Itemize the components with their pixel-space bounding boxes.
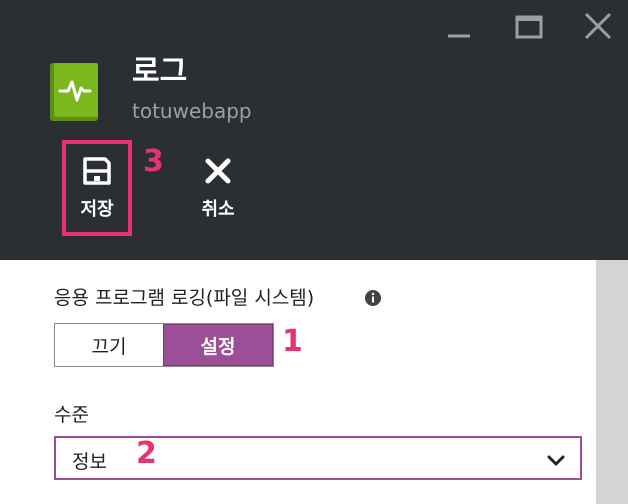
close-icon[interactable] <box>580 8 616 44</box>
callout-1: 1 <box>282 324 303 359</box>
level-value: 정보 <box>72 451 107 473</box>
minimize-icon[interactable] <box>440 8 476 44</box>
toggle-on-option[interactable]: 설정 <box>163 324 273 366</box>
level-label: 수준 <box>54 404 89 426</box>
save-icon <box>83 157 111 185</box>
app-logs-icon <box>50 63 98 121</box>
level-select[interactable]: 정보 <box>54 436 582 480</box>
app-logging-label: 응용 프로그램 로깅(파일 시스템) <box>54 287 315 309</box>
callout-2: 2 <box>136 436 157 471</box>
chevron-down-icon <box>547 455 565 466</box>
blade-title: 로그 <box>132 54 188 89</box>
cancel-button[interactable]: 취소 <box>181 145 255 237</box>
scrollbar[interactable] <box>596 260 628 504</box>
callout-3: 3 <box>143 144 164 179</box>
maximize-icon[interactable] <box>511 8 547 44</box>
cancel-label: 취소 <box>201 199 235 220</box>
cancel-icon <box>205 158 231 184</box>
info-icon[interactable] <box>364 289 382 307</box>
blade-subtitle: totuwebapp <box>132 99 252 123</box>
blade-header: 로그 totuwebapp 저장 취소 3 <box>0 0 628 260</box>
save-button[interactable]: 저장 <box>60 145 134 237</box>
blade-content: 응용 프로그램 로깅(파일 시스템) 끄기 설정 1 수준 정보 2 <box>0 260 596 504</box>
save-label: 저장 <box>80 199 114 220</box>
app-logging-toggle: 끄기 설정 <box>54 323 274 367</box>
toggle-off-option[interactable]: 끄기 <box>55 324 163 366</box>
